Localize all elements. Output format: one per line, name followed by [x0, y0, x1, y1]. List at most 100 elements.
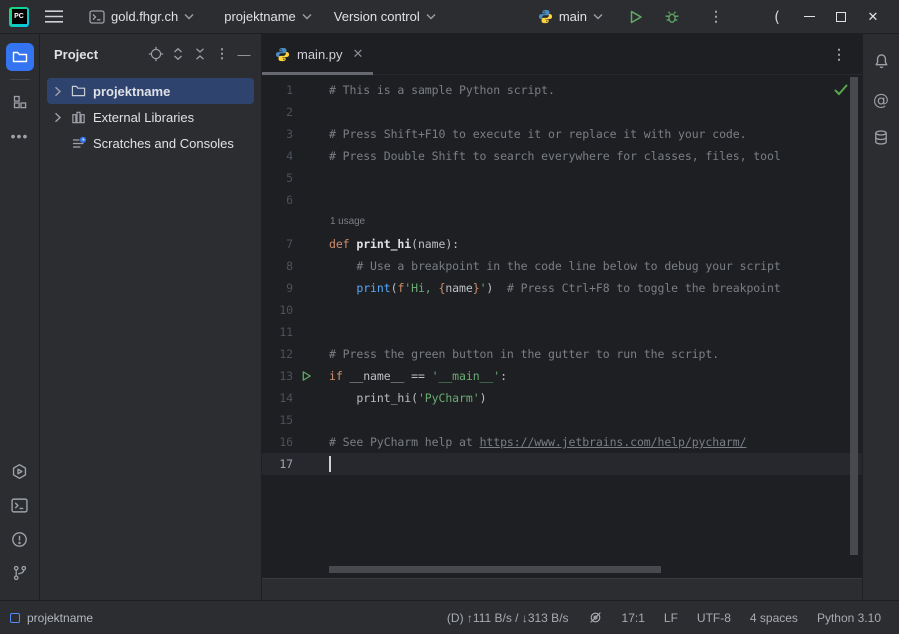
indent-style[interactable]: 4 spaces: [750, 611, 798, 625]
minimize-button[interactable]: [793, 3, 825, 31]
gutter[interactable]: 6: [262, 189, 329, 211]
line-number[interactable]: 10: [262, 299, 293, 321]
code-line-9[interactable]: 9 print(f'Hi, {name}') # Press Ctrl+F8 t…: [262, 277, 862, 299]
code-line-text[interactable]: [329, 167, 862, 189]
tab-main-py[interactable]: main.py ✕: [262, 34, 373, 74]
hide-panel-button[interactable]: —: [233, 43, 255, 65]
main-menu-button[interactable]: [39, 3, 69, 31]
gutter[interactable]: 3: [262, 123, 329, 145]
highlighting-level-button[interactable]: [588, 610, 603, 625]
code-line-11[interactable]: 11: [262, 321, 862, 343]
code-line-text[interactable]: [329, 101, 862, 123]
code-line-text[interactable]: print_hi('PyCharm'): [329, 387, 862, 409]
code-line-17[interactable]: 17: [262, 453, 862, 475]
line-number[interactable]: 9: [262, 277, 293, 299]
more-tool-windows-button[interactable]: •••: [6, 122, 34, 150]
structure-tool-button[interactable]: [6, 88, 34, 116]
statusbar-project-widget[interactable]: projektname: [10, 611, 93, 625]
gutter[interactable]: 4: [262, 145, 329, 167]
line-separator[interactable]: LF: [664, 611, 678, 625]
line-number[interactable]: 6: [262, 189, 293, 211]
gutter[interactable]: 14: [262, 387, 329, 409]
ai-assistant-button[interactable]: @: [867, 85, 895, 113]
code-line-16[interactable]: 16 # See PyCharm help at https://www.jetb…: [262, 431, 862, 453]
code-line-5[interactable]: 5: [262, 167, 862, 189]
code-line-text[interactable]: [329, 453, 862, 475]
line-number[interactable]: 12: [262, 343, 293, 365]
services-tool-button[interactable]: [6, 457, 34, 485]
code-line-text[interactable]: print(f'Hi, {name}') # Press Ctrl+F8 to …: [329, 277, 862, 299]
vcs-widget[interactable]: Version control: [326, 4, 444, 29]
code-line-2[interactable]: 2: [262, 101, 862, 123]
code-line-14[interactable]: 14 print_hi('PyCharm'): [262, 387, 862, 409]
line-number[interactable]: 5: [262, 167, 293, 189]
code-line-text[interactable]: # Press Double Shift to search everywher…: [329, 145, 862, 167]
horizontal-scrollbar[interactable]: [329, 566, 661, 573]
code-line-text[interactable]: [329, 321, 862, 343]
gutter[interactable]: 7: [262, 233, 329, 255]
run-line-play-icon[interactable]: [301, 370, 312, 382]
code-editor[interactable]: 1# This is a sample Python script.23# Pr…: [262, 75, 862, 578]
line-number[interactable]: 2: [262, 101, 293, 123]
file-encoding[interactable]: UTF-8: [697, 611, 731, 625]
line-number[interactable]: 4: [262, 145, 293, 167]
database-button[interactable]: [867, 123, 895, 151]
code-line-text[interactable]: # Press the green button in the gutter t…: [329, 343, 862, 365]
inspections-ok-check-icon[interactable]: [834, 84, 848, 96]
code-line-4[interactable]: 4 # Press Double Shift to search everywhe…: [262, 145, 862, 167]
line-number[interactable]: 13: [262, 365, 293, 387]
line-number[interactable]: 14: [262, 387, 293, 409]
python-interpreter[interactable]: Python 3.10: [817, 611, 881, 625]
code-line-text[interactable]: # Press Shift+F10 to execute it or repla…: [329, 123, 862, 145]
collapse-all-button[interactable]: [189, 43, 211, 65]
code-line-6[interactable]: 6: [262, 189, 862, 211]
line-number[interactable]: 8: [262, 255, 293, 277]
code-line-text[interactable]: # See PyCharm help at https://www.jetbra…: [329, 431, 862, 453]
line-number[interactable]: 11: [262, 321, 293, 343]
gutter[interactable]: 5: [262, 167, 329, 189]
run-button[interactable]: [621, 3, 651, 31]
expand-all-button[interactable]: [167, 43, 189, 65]
chevron-right-icon[interactable]: [50, 112, 66, 123]
gutter[interactable]: 13: [262, 365, 329, 387]
chevron-right-icon[interactable]: [50, 86, 66, 97]
gutter[interactable]: 11: [262, 321, 329, 343]
project-selector-widget[interactable]: projektname: [216, 4, 320, 29]
gutter[interactable]: 2: [262, 101, 329, 123]
more-actions-button[interactable]: ⋮: [693, 3, 723, 31]
problems-tool-button[interactable]: [6, 525, 34, 553]
gutter[interactable]: 16: [262, 431, 329, 453]
terminal-tool-button[interactable]: [6, 491, 34, 519]
code-line-1[interactable]: 1# This is a sample Python script.: [262, 79, 862, 101]
line-number[interactable]: 16: [262, 431, 293, 453]
code-line-7[interactable]: 7def print_hi(name):: [262, 233, 862, 255]
line-number[interactable]: 15: [262, 409, 293, 431]
vertical-scrollbar[interactable]: [850, 77, 858, 555]
line-number[interactable]: 3: [262, 123, 293, 145]
tab-close-icon[interactable]: ✕: [353, 46, 364, 62]
code-line-text[interactable]: # Use a breakpoint in the code line belo…: [329, 255, 862, 277]
close-button[interactable]: ✕: [857, 3, 889, 31]
line-number[interactable]: 17: [262, 453, 293, 475]
gutter[interactable]: 1: [262, 79, 329, 101]
tab-options-button[interactable]: ⋮: [832, 46, 862, 63]
tree-item-scratches[interactable]: Scratches and Consoles: [47, 130, 254, 156]
crescent-icon[interactable]: (: [761, 3, 793, 31]
code-line-15[interactable]: 15: [262, 409, 862, 431]
tree-item-projektname[interactable]: projektname: [47, 78, 254, 104]
code-line-text[interactable]: [329, 299, 862, 321]
code-line-text[interactable]: [329, 189, 862, 211]
locate-file-button[interactable]: [145, 43, 167, 65]
usage-inlay-hint[interactable]: 1 usage: [262, 211, 862, 233]
line-number[interactable]: 7: [262, 233, 293, 255]
notifications-button[interactable]: [867, 47, 895, 75]
version-control-tool-button[interactable]: [6, 559, 34, 587]
remote-host-widget[interactable]: gold.fhgr.ch: [81, 4, 202, 29]
tree-item-external-libraries[interactable]: External Libraries: [47, 104, 254, 130]
gutter[interactable]: 17: [262, 453, 329, 475]
code-line-text[interactable]: # This is a sample Python script.: [329, 79, 862, 101]
code-line-3[interactable]: 3 # Press Shift+F10 to execute it or repl…: [262, 123, 862, 145]
gutter[interactable]: 8: [262, 255, 329, 277]
panel-options-button[interactable]: ⋮: [211, 43, 233, 65]
caret-position[interactable]: 17:1: [622, 611, 645, 625]
